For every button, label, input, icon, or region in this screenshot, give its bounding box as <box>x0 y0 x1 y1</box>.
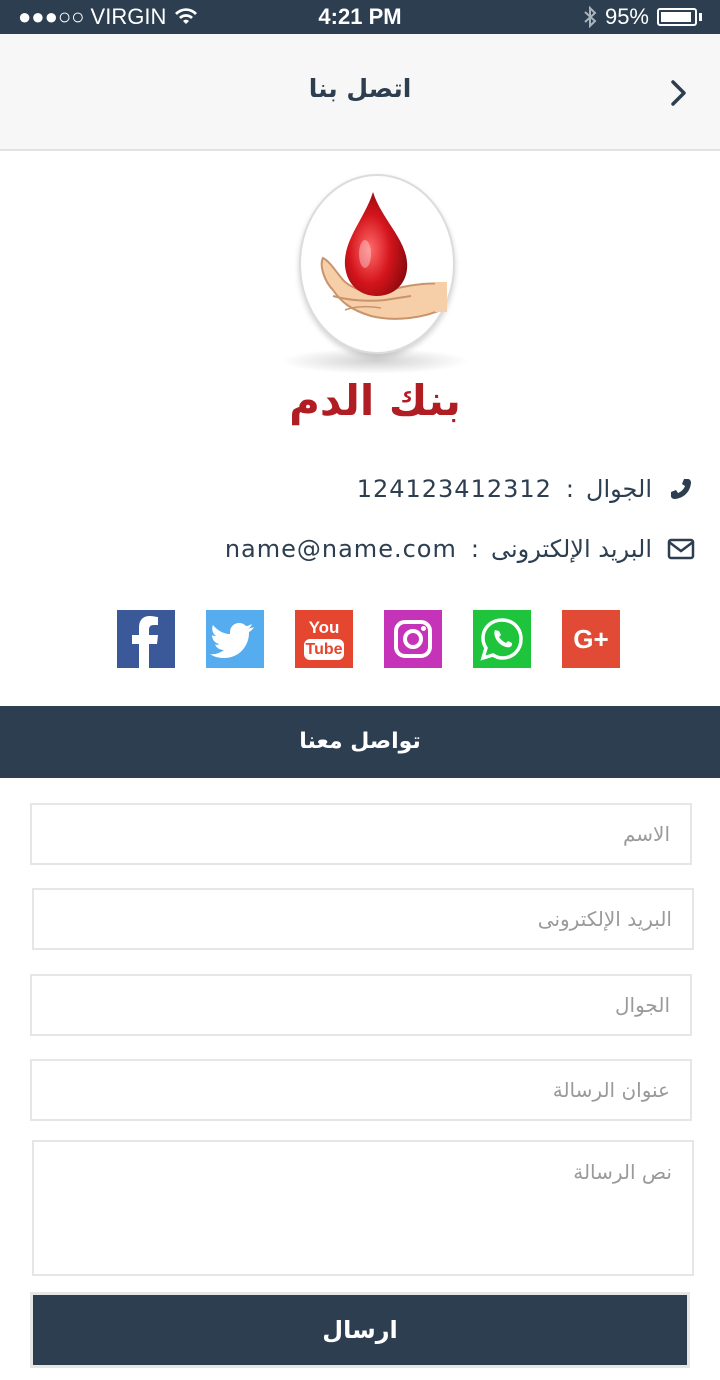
phone-row: الجوال : 124123412312 <box>357 469 696 509</box>
chevron-right-icon[interactable] <box>662 76 696 110</box>
email-label: البريد الإلكترونى <box>490 535 652 563</box>
blood-bank-logo: بنك الدم <box>280 170 470 440</box>
status-right: 95% <box>583 4 702 30</box>
phone-separator: : <box>565 475 575 503</box>
email-separator: : <box>470 535 479 563</box>
youtube-label-top: You <box>308 618 340 637</box>
logo-title: بنك الدم <box>289 376 461 425</box>
social-links: You Tube G+ <box>117 610 620 668</box>
battery-icon <box>657 8 697 26</box>
twitter-icon[interactable] <box>206 610 264 668</box>
phone-label: الجوال <box>586 475 652 503</box>
google-plus-label: G+ <box>573 624 609 654</box>
page-title: اتصل بنا <box>308 74 412 103</box>
envelope-icon <box>666 534 696 564</box>
blood-drop-hand-icon <box>320 192 447 320</box>
email-value[interactable]: name@name.com <box>225 535 457 563</box>
phone-input[interactable] <box>30 974 692 1036</box>
google-plus-icon[interactable]: G+ <box>562 610 620 668</box>
submit-button[interactable]: ارسال <box>30 1292 690 1368</box>
battery-nub <box>699 13 702 21</box>
phone-value[interactable]: 124123412312 <box>357 475 552 503</box>
name-input[interactable] <box>30 803 692 865</box>
contact-form-header: تواصل معنا <box>0 706 720 778</box>
message-textarea[interactable] <box>32 1140 694 1276</box>
facebook-icon[interactable] <box>117 610 175 668</box>
youtube-icon[interactable]: You Tube <box>295 610 353 668</box>
email-row: البريد الإلكترونى : name@name.com <box>225 529 696 569</box>
subject-input[interactable] <box>30 1059 692 1121</box>
instagram-icon[interactable] <box>384 610 442 668</box>
battery-percent: 95% <box>604 4 649 29</box>
whatsapp-icon[interactable] <box>473 610 531 668</box>
nav-bar: اتصل بنا <box>0 34 720 151</box>
status-bar: ●●●○○ VIRGIN 4:21 PM 95% <box>0 0 720 34</box>
youtube-label-bottom: Tube <box>304 639 344 660</box>
phone-icon <box>666 474 696 504</box>
bluetooth-icon <box>584 6 597 28</box>
email-input[interactable] <box>32 888 694 950</box>
